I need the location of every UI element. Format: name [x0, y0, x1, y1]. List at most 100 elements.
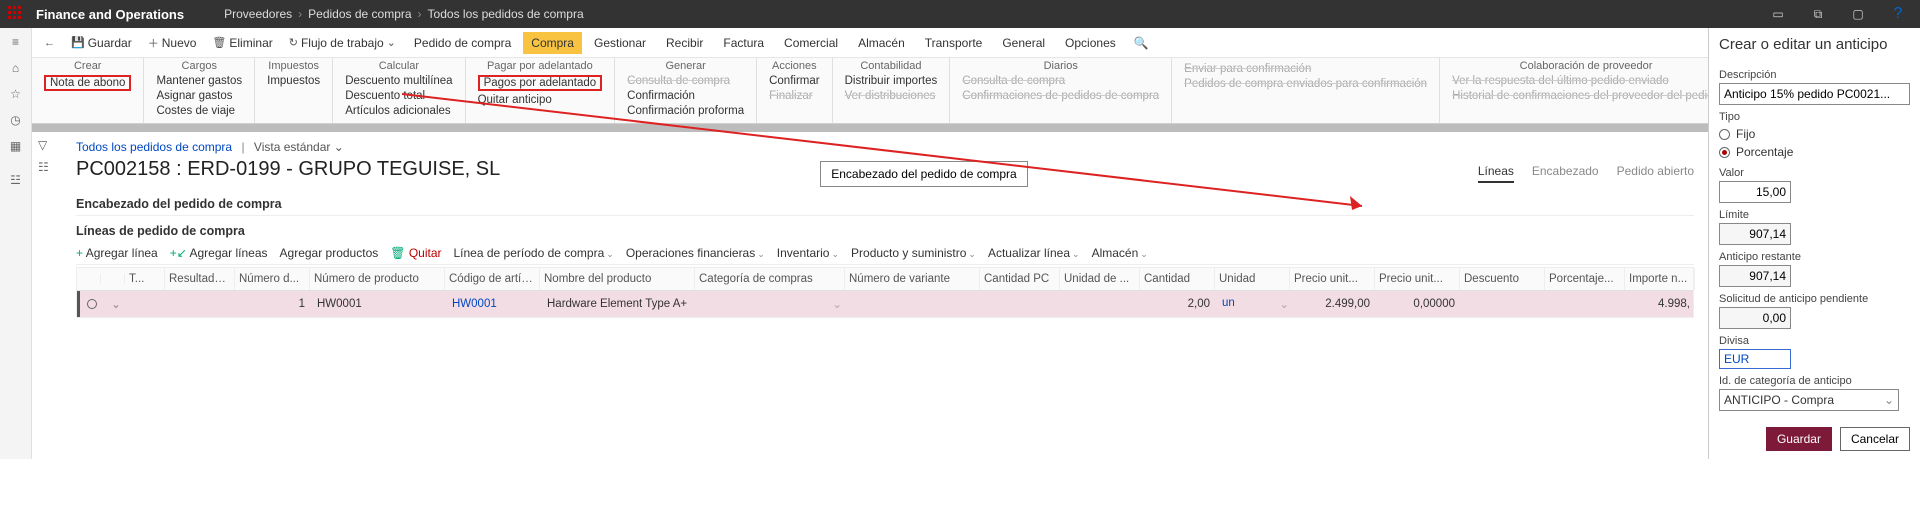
cell-product-no[interactable]: HW0001 [313, 292, 448, 316]
tab-comercial[interactable]: Comercial [776, 32, 846, 54]
panel-cancel-button[interactable]: Cancelar [1840, 427, 1910, 451]
list-filter-icon[interactable]: ☷ [38, 160, 68, 174]
row-select-radio[interactable] [87, 299, 97, 309]
grid-col-header[interactable] [77, 274, 101, 284]
category-select[interactable]: ANTICIPO - Compra⌄ [1719, 389, 1899, 411]
grid-col-header[interactable]: Precio unit... [1290, 268, 1375, 290]
grid-col-header[interactable]: Categoría de compras [695, 268, 845, 290]
grid-col-header[interactable]: T... [125, 268, 165, 290]
help-icon[interactable]: ? [1884, 4, 1912, 24]
ribbon-item[interactable]: Mantener gastos [156, 74, 242, 88]
line-toolbar-item[interactable]: Agregar productos [280, 246, 379, 260]
cell-item-code[interactable]: HW0001 [448, 292, 543, 316]
line-toolbar-item[interactable]: Producto y suministro⌄ [851, 246, 976, 260]
clock-icon[interactable]: ◷ [8, 112, 24, 128]
tab-gestionar[interactable]: Gestionar [586, 32, 654, 54]
line-toolbar-item[interactable]: Actualizar línea⌄ [988, 246, 1080, 260]
breadcrumb-0[interactable]: Proveedores [224, 7, 292, 21]
cell-unit[interactable]: un ⌄ [1218, 291, 1293, 317]
ribbon-item[interactable]: Descuento total [345, 89, 452, 103]
grid-col-header[interactable]: Unidad [1215, 268, 1290, 290]
view-tab-lines[interactable]: Líneas [1478, 164, 1514, 183]
app-launcher-icon[interactable] [8, 6, 24, 22]
line-toolbar-item[interactable]: + Agregar línea [76, 246, 158, 260]
line-toolbar-item[interactable]: Inventario⌄ [777, 246, 839, 260]
window-restore-icon[interactable]: ▭ [1764, 4, 1792, 24]
line-toolbar-item[interactable]: Operaciones financieras⌄ [626, 246, 765, 260]
module-icon[interactable]: ▦ [8, 138, 24, 154]
grid-col-header[interactable]: Unidad de ... [1060, 268, 1140, 290]
new-button[interactable]: ＋Nuevo [142, 31, 203, 55]
po-header-button[interactable]: Encabezado del pedido de compra [820, 161, 1027, 187]
funnel-icon[interactable]: ▽ [38, 138, 68, 152]
line-toolbar-item[interactable]: Almacén⌄ [1092, 246, 1148, 260]
ribbon-group-title: Generar [627, 60, 744, 72]
view-selector[interactable]: Vista estándar ⌄ [254, 140, 344, 154]
ribbon-item[interactable]: Confirmar [769, 74, 819, 88]
tab-factura[interactable]: Factura [715, 32, 772, 54]
ribbon-item[interactable]: Impuestos [267, 74, 320, 88]
grid-col-header[interactable]: Número de variante [845, 268, 980, 290]
section-header-title: Encabezado del pedido de compra [76, 197, 1694, 211]
tab-general[interactable]: General [994, 32, 1053, 54]
view-tab-header[interactable]: Encabezado [1532, 164, 1599, 183]
grid-col-header[interactable]: Cantidad [1140, 268, 1215, 290]
tab-recibir[interactable]: Recibir [658, 32, 711, 54]
grid-col-header[interactable]: Cantidad PC [980, 268, 1060, 290]
cell-qty[interactable]: 2,00 [1143, 292, 1218, 316]
grid-col-header[interactable]: Resultados... [165, 268, 235, 290]
back-button[interactable]: ← [38, 33, 61, 53]
line-toolbar-item[interactable]: +↙ Agregar líneas [170, 246, 268, 260]
menu-icon[interactable]: ≡ [8, 34, 24, 50]
ribbon-item[interactable]: Costes de viaje [156, 104, 242, 118]
list-link[interactable]: Todos los pedidos de compra [76, 140, 232, 154]
line-toolbar-item[interactable]: 🗑 Quitar [390, 246, 441, 260]
ribbon-item[interactable]: Nota de abono [44, 74, 131, 92]
radio-fixed-label: Fijo [1736, 127, 1755, 141]
currency-link[interactable]: EUR [1719, 349, 1791, 369]
cell-unit-price[interactable]: 2.499,00 [1293, 292, 1378, 316]
window-multi-icon[interactable]: ⧉ [1804, 4, 1832, 24]
tab-compra[interactable]: Compra [523, 32, 582, 54]
grid-col-header[interactable]: Descuento [1460, 268, 1545, 290]
line-toolbar-item[interactable]: Línea de período de compra⌄ [454, 246, 614, 260]
ribbon-item[interactable]: Quitar anticipo [478, 93, 603, 107]
breadcrumb-1[interactable]: Pedidos de compra [308, 7, 411, 21]
panel-save-button[interactable]: Guardar [1766, 427, 1832, 451]
tab-opciones[interactable]: Opciones [1057, 32, 1124, 54]
grid-col-header[interactable] [101, 274, 125, 284]
radio-percentage[interactable] [1719, 147, 1730, 158]
delete-button[interactable]: 🗑Eliminar [206, 32, 278, 54]
tab-transporte[interactable]: Transporte [917, 32, 991, 54]
grid-col-header[interactable]: Número de producto [310, 268, 445, 290]
ribbon-item[interactable]: Confirmación proforma [627, 104, 744, 118]
value-input[interactable] [1719, 181, 1791, 203]
breadcrumb-2[interactable]: Todos los pedidos de compra [428, 7, 584, 21]
grid-col-header[interactable]: Precio unit... [1375, 268, 1460, 290]
window-max-icon[interactable]: ▢ [1844, 4, 1872, 24]
ribbon-item[interactable]: Distribuir importes [845, 74, 938, 88]
tab-pedido-de-compra[interactable]: Pedido de compra [406, 32, 519, 54]
ribbon-item[interactable]: Pagos por adelantado [478, 74, 603, 92]
grid-col-header[interactable]: Número d... [235, 268, 310, 290]
grid-col-header[interactable]: Porcentaje... [1545, 268, 1625, 290]
filter-list-icon[interactable]: ☳ [8, 172, 24, 188]
home-icon[interactable]: ⌂ [8, 60, 24, 76]
grid-col-header[interactable]: Nombre del producto [540, 268, 695, 290]
ribbon-item[interactable]: Asignar gastos [156, 89, 242, 103]
ribbon-item[interactable]: Confirmación [627, 89, 744, 103]
save-button[interactable]: 💾Guardar [65, 32, 138, 54]
star-icon[interactable]: ☆ [8, 86, 24, 102]
cell-category-dd[interactable]: ⌄ [698, 291, 848, 317]
search-icon[interactable]: 🔍 [1134, 36, 1149, 50]
ribbon-item[interactable]: Descuento multilínea [345, 74, 452, 88]
row-expand-icon[interactable]: ⌄ [104, 291, 128, 317]
tab-almacen[interactable]: Almacén [850, 32, 913, 54]
grid-col-header[interactable]: Código de artículo [445, 268, 540, 290]
workflow-button[interactable]: ↻Flujo de trabajo⌄ [283, 32, 402, 54]
ribbon-item[interactable]: Artículos adicionales [345, 104, 452, 118]
desc-input[interactable] [1719, 83, 1910, 105]
view-tab-open[interactable]: Pedido abierto [1617, 164, 1694, 183]
grid-col-header[interactable]: Importe n... [1625, 268, 1695, 290]
radio-fixed[interactable] [1719, 129, 1730, 140]
